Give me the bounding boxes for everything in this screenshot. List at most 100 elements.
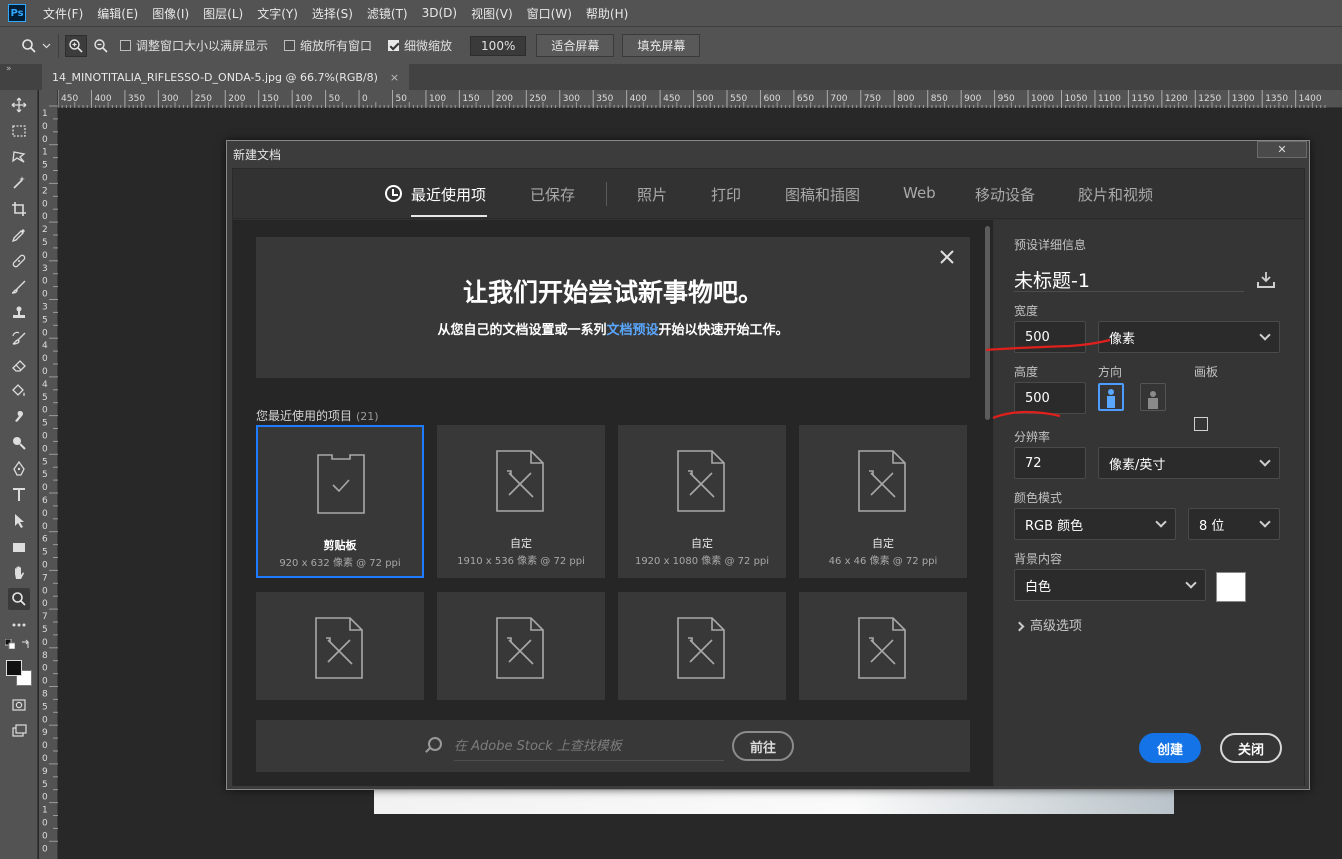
quick-mask-icon[interactable] [8,694,30,716]
smudge-tool-icon[interactable] [8,406,30,428]
tab-art-illustration[interactable]: 图稿和插图 [785,184,860,205]
menu-view[interactable]: 视图(V) [464,5,520,22]
collapse-panel-icon[interactable]: » [6,64,12,74]
width-unit-select[interactable]: 像素 [1098,321,1280,353]
more-tools-icon[interactable] [8,614,30,636]
close-banner-icon[interactable] [940,245,954,269]
presets-scrollbar[interactable] [985,226,990,420]
close-button[interactable]: 关闭 [1220,733,1282,763]
recent-card-custom[interactable]: 自定 1910 x 536 像素 @ 72 ppi [437,425,605,578]
marquee-tool-icon[interactable] [8,120,30,142]
resolution-unit-select[interactable]: 像素/英寸 [1098,447,1280,479]
menu-layer[interactable]: 图层(L) [196,5,250,22]
landscape-orientation-button[interactable] [1140,383,1166,411]
history-brush-tool-icon[interactable] [8,328,30,350]
horizontal-ruler[interactable]: 450 400 350 300 250 200 150 100 50 0 50 100 150 200 25… [58,90,1342,108]
recent-card-custom[interactable]: 自定 1920 x 1080 像素 @ 72 ppi [618,425,786,578]
stock-go-button[interactable]: 前往 [732,731,794,761]
portrait-orientation-button[interactable] [1098,383,1124,411]
menu-edit[interactable]: 编辑(E) [90,5,145,22]
advanced-options-toggle[interactable]: 高级选项 [1014,615,1082,634]
document-tab[interactable]: 14_MINOTITALIA_RIFLESSO-D_ONDA-5.jpg @ 6… [42,64,410,90]
recent-card-custom[interactable]: 自定 46 x 46 像素 @ 72 ppi [799,425,967,578]
lasso-tool-icon[interactable] [8,146,30,168]
tab-saved[interactable]: 已保存 [530,184,575,205]
artboard-checkbox[interactable] [1194,417,1208,431]
checkbox-box[interactable] [120,40,131,51]
recent-card-partial[interactable] [437,592,605,700]
zoom-all-windows-checkbox[interactable]: 缩放所有窗口 [284,37,372,54]
ruler-label: 800 [897,94,914,104]
color-mode-select[interactable]: RGB 颜色 [1014,508,1176,540]
bit-depth-select[interactable]: 8 位 [1188,508,1280,540]
ruler-label: 700 [830,94,847,104]
zoom-in-icon[interactable] [65,34,87,57]
paint-bucket-tool-icon[interactable] [8,380,30,402]
zoom-percent-field[interactable]: 100% [470,35,527,56]
tab-recent[interactable]: 最近使用项 [411,184,486,205]
tab-print[interactable]: 打印 [711,184,741,205]
save-preset-icon[interactable] [1256,270,1276,290]
swap-colors-icon[interactable] [20,638,32,650]
document-presets-link[interactable]: 文档预设 [606,323,658,338]
hand-tool-icon[interactable] [8,562,30,584]
menu-type[interactable]: 文字(Y) [250,5,305,22]
eyedropper-tool-icon[interactable] [8,224,30,246]
menu-select[interactable]: 选择(S) [305,5,360,22]
recent-card-clipboard[interactable]: 剪贴板 920 x 632 像素 @ 72 ppi [256,425,424,578]
dialog-close-icon[interactable]: ✕ [1257,141,1307,158]
rectangle-tool-icon[interactable] [8,536,30,558]
checkbox-box[interactable] [284,40,296,51]
menu-image[interactable]: 图像(I) [145,5,196,22]
ruler-label: 0 [42,277,48,287]
eraser-tool-icon[interactable] [8,354,30,376]
fill-screen-button[interactable]: 填充屏幕 [622,34,701,57]
foreground-color-swatch[interactable] [6,660,22,676]
scrubby-zoom-checkbox[interactable]: 细微缩放 [388,37,452,54]
type-tool-icon[interactable] [8,484,30,506]
stock-search-input[interactable]: 在 Adobe Stock 上查找模板 [454,735,724,761]
vertical-ruler[interactable]: 1 0 0 1 5 0 2 0 0 2 5 0 3 0 0 3 5 0 4 0 0 4 5 0 5 0 0 5 5 0 6 0 0 6 5 0 7 0 0 7… [39,90,58,859]
menu-help[interactable]: 帮助(H) [579,5,635,22]
menu-filter[interactable]: 滤镜(T) [360,5,415,22]
menu-window[interactable]: 窗口(W) [520,5,579,22]
path-selection-tool-icon[interactable] [8,510,30,532]
background-contents-label: 背景内容 [1014,552,1063,566]
zoom-out-icon[interactable] [90,35,112,57]
document-name-input[interactable]: 未标题-1 [1014,266,1244,292]
resize-windows-checkbox[interactable]: 调整窗口大小以满屏显示 [120,37,268,54]
crop-tool-icon[interactable] [8,198,30,220]
tab-film-video[interactable]: 胶片和视频 [1078,184,1153,205]
recent-card-partial[interactable] [799,592,967,700]
zoom-tool-preset-icon[interactable] [18,35,40,57]
close-tab-icon[interactable]: × [390,71,399,84]
tab-web[interactable]: Web [903,184,936,202]
default-colors-icon[interactable] [4,638,16,650]
clone-stamp-tool-icon[interactable] [8,302,30,324]
menu-file[interactable]: 文件(F) [36,5,90,22]
magic-wand-tool-icon[interactable] [8,172,30,194]
recent-card-partial[interactable] [618,592,786,700]
create-button[interactable]: 创建 [1139,733,1201,763]
dodge-tool-icon[interactable] [8,432,30,454]
background-color-swatch[interactable] [1216,572,1246,602]
height-input[interactable]: 500 [1014,382,1086,414]
background-contents-select[interactable]: 白色 [1014,569,1206,601]
screen-mode-icon[interactable] [8,720,30,742]
menu-3d[interactable]: 3D(D) [415,6,464,20]
tab-photo[interactable]: 照片 [637,184,667,205]
zoom-tool-icon[interactable] [8,588,30,610]
resolution-input[interactable]: 72 [1014,447,1086,479]
fit-screen-button[interactable]: 适合屏幕 [536,34,615,57]
ruler-label: 1000 [1031,94,1054,104]
brush-tool-icon[interactable] [8,276,30,298]
chevron-down-icon[interactable] [40,35,52,57]
healing-brush-tool-icon[interactable] [8,250,30,272]
recent-card-partial[interactable] [256,592,424,700]
move-tool-icon[interactable] [8,94,30,116]
background-contents-value: 白色 [1025,579,1052,595]
width-input[interactable]: 500 [1014,321,1086,353]
pen-tool-icon[interactable] [8,458,30,480]
tab-mobile[interactable]: 移动设备 [975,184,1035,205]
checkbox-box-checked[interactable] [388,40,400,51]
